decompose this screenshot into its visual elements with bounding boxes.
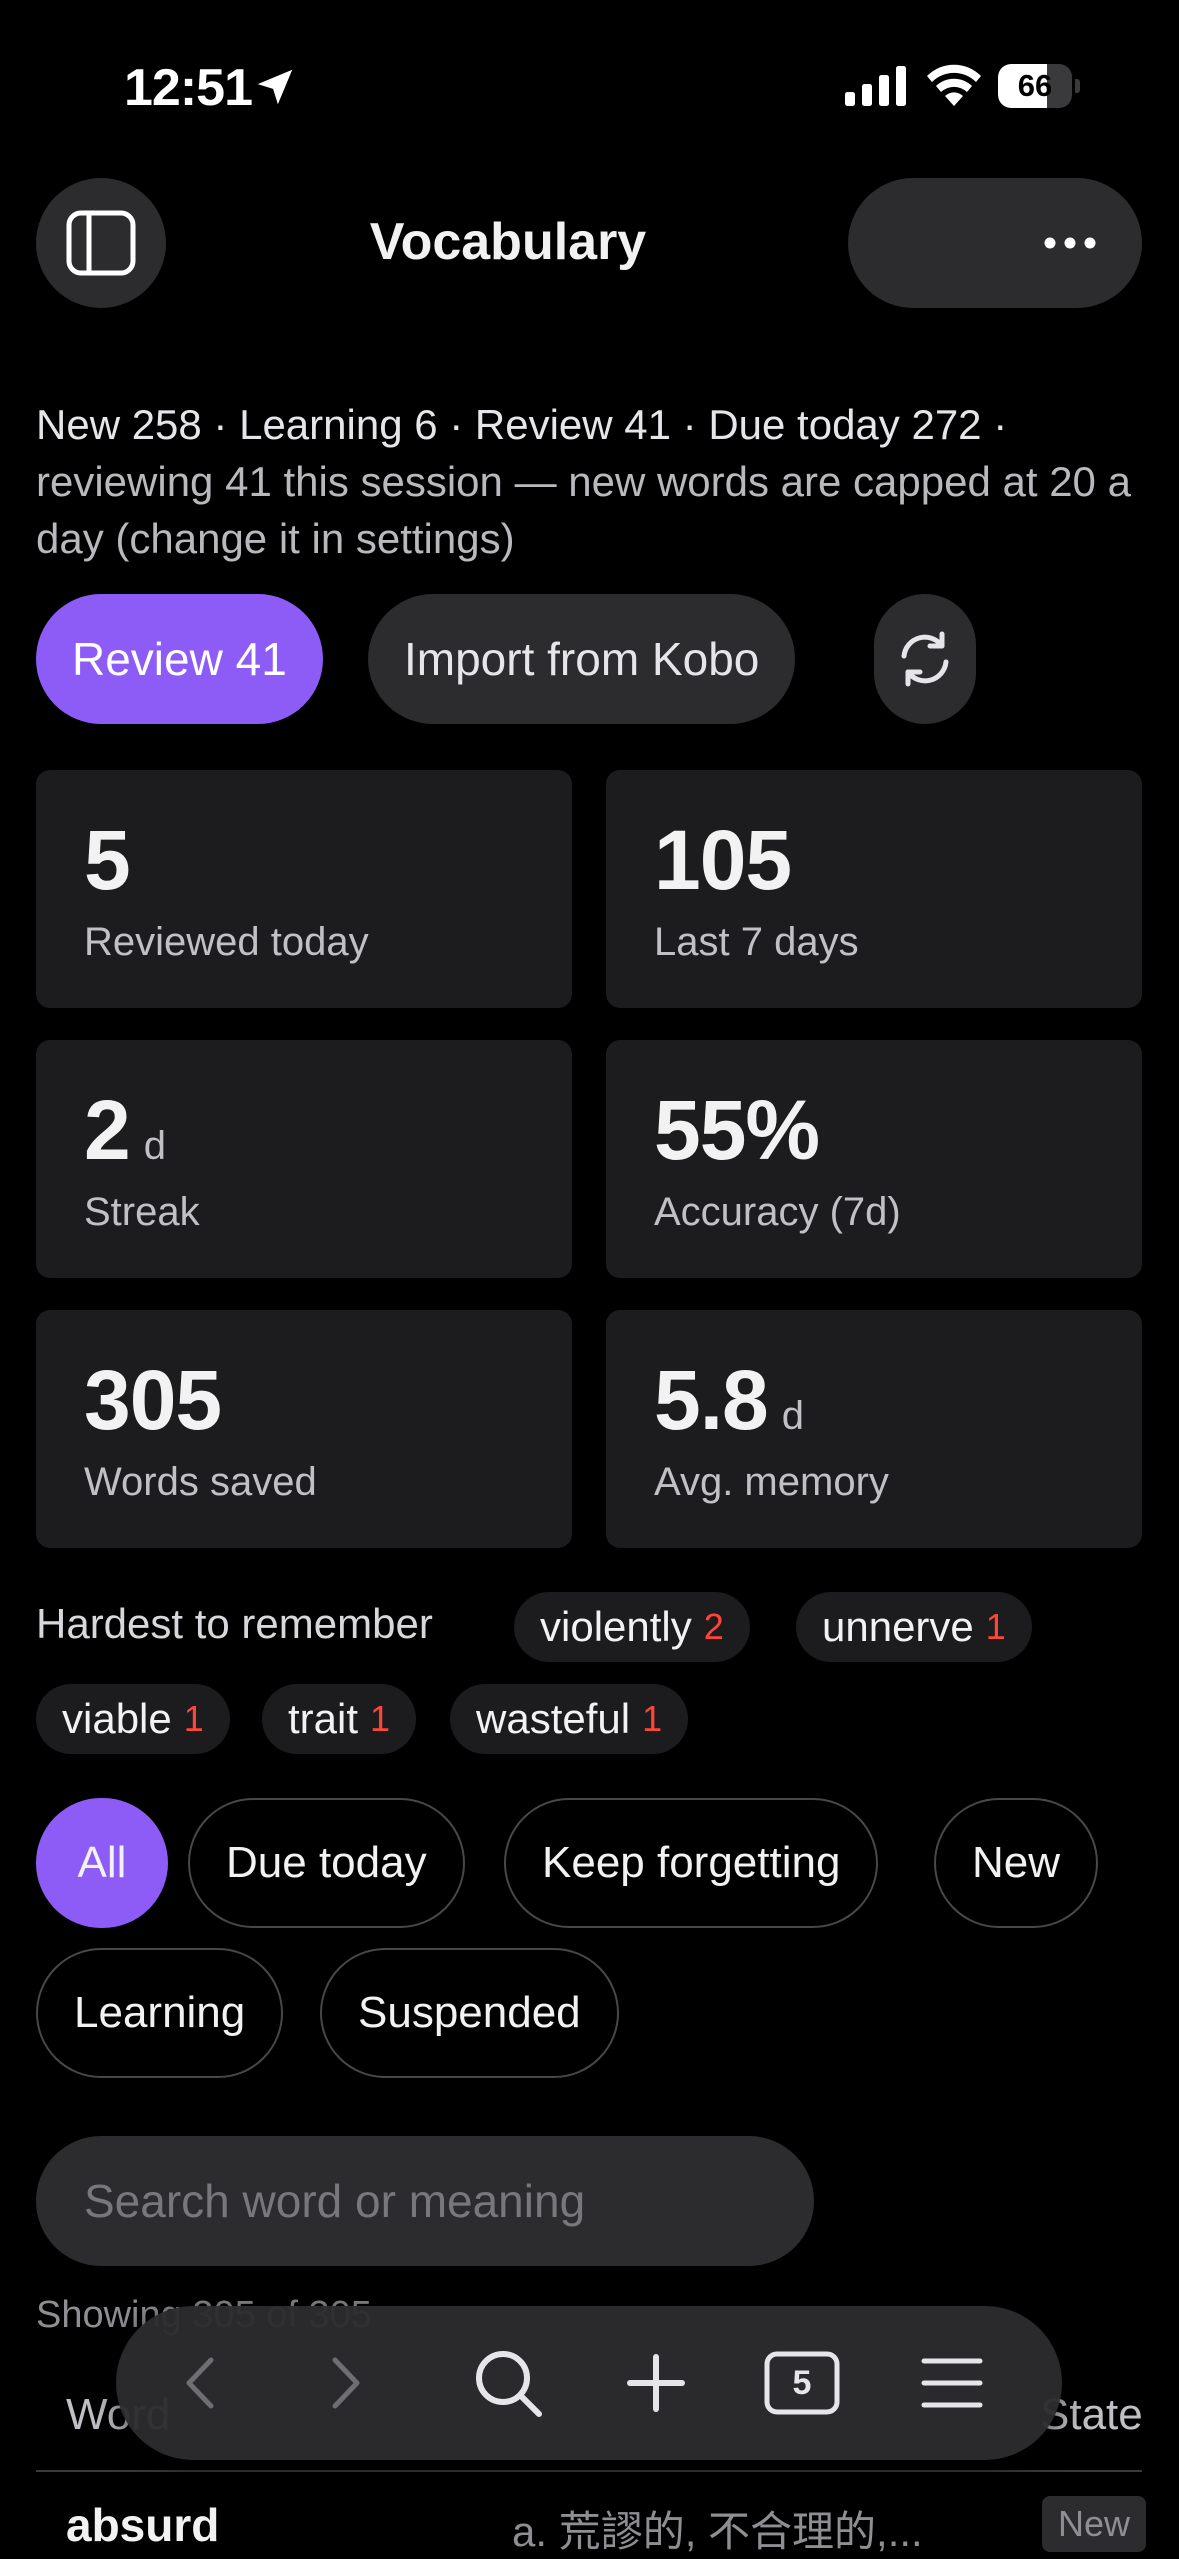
stat-card-avg-memory: 5.8 d Avg. memory xyxy=(606,1310,1142,1548)
summary-text: New 258 · Learning 6 · Review 41 · Due t… xyxy=(36,396,1146,567)
filter-learning[interactable]: Learning xyxy=(36,1948,284,2078)
filter-keep-forgetting[interactable]: Keep forgetting xyxy=(504,1798,879,1928)
chip-count: 1 xyxy=(642,1698,663,1739)
hardest-word-chip[interactable]: wasteful 1 xyxy=(450,1684,689,1754)
search-icon xyxy=(476,2351,542,2417)
summary-session-note: reviewing 41 this session — new words ar… xyxy=(36,458,1131,562)
chip-word: unnerve xyxy=(822,1603,974,1650)
chip-count: 1 xyxy=(985,1606,1006,1647)
filter-due-today[interactable]: Due today xyxy=(188,1798,465,1928)
chip-word: trait xyxy=(288,1695,359,1742)
table-row-state-badge: New xyxy=(1042,2496,1147,2552)
stat-label: Reviewed today xyxy=(84,920,369,964)
location-arrow-icon xyxy=(257,69,293,105)
ellipsis-icon xyxy=(1044,237,1096,249)
import-kobo-button[interactable]: Import from Kobo xyxy=(368,594,796,724)
filter-new[interactable]: New xyxy=(934,1798,1099,1928)
stat-label: Streak xyxy=(84,1190,200,1234)
hardest-label: Hardest to remember xyxy=(36,1600,433,1647)
back-button[interactable] xyxy=(160,2306,240,2460)
hardest-word-chip[interactable]: viable 1 xyxy=(36,1684,230,1754)
battery-indicator: 66 xyxy=(998,64,1080,108)
more-options-button[interactable] xyxy=(848,178,1142,308)
chevron-left-icon xyxy=(186,2357,214,2409)
battery-percent: 66 xyxy=(1017,68,1053,103)
menu-button[interactable] xyxy=(902,2306,1002,2460)
hamburger-menu-icon xyxy=(921,2358,983,2408)
stat-value: 2d xyxy=(84,1083,166,1177)
table-divider xyxy=(36,2470,1142,2472)
refresh-icon xyxy=(901,631,949,687)
review-button[interactable]: Review 41 xyxy=(36,594,323,724)
stat-label: Last 7 days xyxy=(654,920,859,964)
stat-label: Accuracy (7d) xyxy=(654,1190,901,1234)
search-button[interactable] xyxy=(458,2306,558,2460)
stat-card-accuracy: 55% Accuracy (7d) xyxy=(606,1040,1142,1278)
plus-icon xyxy=(627,2354,685,2412)
stat-value: 5.8 d xyxy=(654,1353,805,1447)
hardest-word-chip[interactable]: trait 1 xyxy=(262,1684,417,1754)
chip-word: violently xyxy=(540,1603,692,1650)
stat-card-last-7-days: 105 Last 7 days xyxy=(606,770,1142,1008)
stat-value: 5 xyxy=(84,813,131,907)
hardest-word-chip[interactable]: violently 2 xyxy=(514,1592,750,1662)
table-row-meaning: a. 荒謬的, 不合理的,... xyxy=(512,2508,923,2555)
sync-button[interactable] xyxy=(874,594,976,724)
stat-card-streak: 2d Streak xyxy=(36,1040,572,1278)
stat-label: Avg. memory xyxy=(654,1460,889,1504)
stat-value: 105 xyxy=(654,813,792,907)
table-row-word[interactable]: absurd xyxy=(66,2498,219,2552)
battery-cap xyxy=(1075,79,1080,93)
browser-toolbar: 5 xyxy=(116,2306,1062,2460)
filter-all[interactable]: All xyxy=(36,1798,168,1928)
hardest-word-chip[interactable]: unnerve 1 xyxy=(796,1592,1032,1662)
stat-card-words-saved: 305 Words saved xyxy=(36,1310,572,1548)
chevron-right-icon xyxy=(332,2357,360,2409)
chip-word: wasteful xyxy=(476,1695,631,1742)
tabs-button[interactable]: 5 xyxy=(752,2306,852,2460)
chip-count: 1 xyxy=(183,1698,204,1739)
filter-suspended[interactable]: Suspended xyxy=(320,1948,619,2078)
cellular-signal-icon xyxy=(845,66,906,106)
search-input[interactable] xyxy=(36,2136,814,2266)
summary-counts: New 258 · Learning 6 · Review 41 · Due t… xyxy=(36,401,1008,448)
stat-label: Words saved xyxy=(84,1460,317,1504)
stat-value: 55% xyxy=(654,1083,820,1177)
tab-count: 5 xyxy=(792,2364,812,2402)
stat-value: 305 xyxy=(84,1353,222,1447)
stat-card-reviewed-today: 5 Reviewed today xyxy=(36,770,572,1008)
status-time: 12:51 xyxy=(124,59,253,117)
stat-unit: d xyxy=(143,1124,166,1168)
stat-unit: d xyxy=(781,1394,805,1438)
new-tab-button[interactable] xyxy=(606,2306,706,2460)
chip-count: 2 xyxy=(703,1606,724,1647)
wifi-icon xyxy=(927,64,981,106)
chip-count: 1 xyxy=(370,1698,391,1739)
chip-word: viable xyxy=(62,1695,172,1742)
tabs-icon: 5 xyxy=(764,2351,840,2415)
forward-button[interactable] xyxy=(306,2306,386,2460)
